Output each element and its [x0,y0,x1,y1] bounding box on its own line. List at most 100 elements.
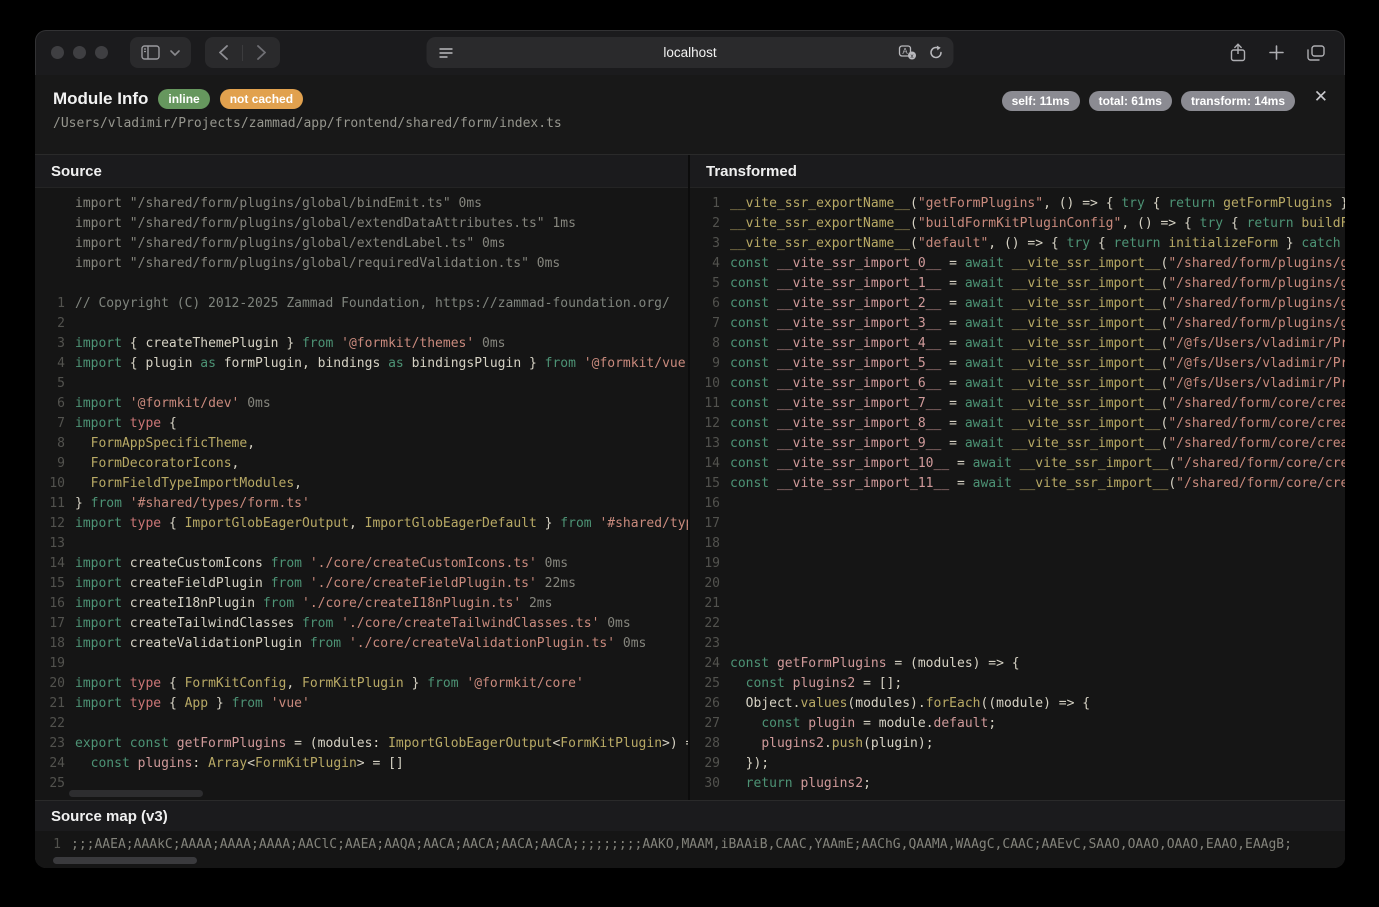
code-text: return plugins2; [730,774,1345,794]
line-number: 12 [39,514,75,534]
code-text [75,654,688,674]
code-text: import createTailwindClasses from './cor… [75,614,688,634]
code-line: 16 [694,494,1345,514]
source-code-view[interactable]: import "/shared/form/plugins/global/bind… [35,188,688,800]
code-line: 14const __vite_ssr_import_10__ = await _… [694,454,1345,474]
timing-self-badge: self: 11ms [1002,91,1080,111]
line-number: 17 [694,514,730,534]
translate-icon[interactable]: A x [899,45,917,60]
forward-button[interactable] [243,37,280,68]
code-text [75,374,688,394]
code-text [75,274,688,294]
line-number: 6 [694,294,730,314]
line-number: 24 [694,654,730,674]
code-line: 20import type { FormKitConfig, FormKitPl… [39,674,688,694]
line-number [39,214,75,234]
line-number: 3 [694,234,730,254]
new-tab-icon[interactable] [1269,45,1284,60]
reload-icon[interactable] [929,45,944,60]
code-text: const __vite_ssr_import_6__ = await __vi… [730,374,1345,394]
share-icon[interactable] [1230,43,1246,62]
line-number: 6 [39,394,75,414]
code-line: 6import '@formkit/dev' 0ms [39,394,688,414]
code-line: 3__vite_ssr_exportName__("default", () =… [694,234,1345,254]
code-line: 3import { createThemePlugin } from '@for… [39,334,688,354]
back-button[interactable] [205,37,242,68]
code-line: 12const __vite_ssr_import_8__ = await __… [694,414,1345,434]
source-horizontal-scrollbar[interactable] [69,790,203,797]
code-text: import '@formkit/dev' 0ms [75,394,688,414]
code-line: 2 [39,314,688,334]
code-text: const __vite_ssr_import_8__ = await __vi… [730,414,1345,434]
close-window-button[interactable] [51,46,64,59]
line-number: 2 [694,214,730,234]
line-number: 3 [39,334,75,354]
line-number: 7 [39,414,75,434]
window-controls [51,46,108,59]
code-line: 27 const plugin = module.default; [694,714,1345,734]
code-text [730,534,1345,554]
code-text: plugins2.push(plugin); [730,734,1345,754]
line-number: 10 [39,474,75,494]
code-line: 8const __vite_ssr_import_4__ = await __v… [694,334,1345,354]
tab-overview-icon[interactable] [1307,45,1325,61]
line-number [39,194,75,214]
minimize-window-button[interactable] [73,46,86,59]
code-line: 1__vite_ssr_exportName__("getFormPlugins… [694,194,1345,214]
code-line: 23 [694,634,1345,654]
line-number [39,234,75,254]
code-text [75,534,688,554]
line-number: 16 [39,594,75,614]
code-line: 29 }); [694,754,1345,774]
code-text: import "/shared/form/plugins/global/exte… [75,214,688,234]
close-icon[interactable]: ✕ [1314,87,1328,107]
code-line: 23export const getFormPlugins = (modules… [39,734,688,754]
code-line: 17import createTailwindClasses from './c… [39,614,688,634]
code-line: 9const __vite_ssr_import_5__ = await __v… [694,354,1345,374]
code-text: import createCustomIcons from './core/cr… [75,554,688,574]
sidebar-toggle-group[interactable] [130,37,191,68]
line-number: 22 [694,614,730,634]
url-text: localhost [427,45,954,60]
zoom-window-button[interactable] [95,46,108,59]
code-line: 26 Object.values(modules).forEach((modul… [694,694,1345,714]
sourcemap-horizontal-scrollbar[interactable] [53,857,197,864]
code-line: 15const __vite_ssr_import_11__ = await _… [694,474,1345,494]
sourcemap-title: Source map (v3) [35,801,1345,831]
chevron-right-icon [257,45,266,60]
module-info-header: Module Info inline not cached /Users/vla… [35,75,1345,155]
address-bar[interactable]: localhost A x [427,37,954,68]
code-text: const __vite_ssr_import_0__ = await __vi… [730,254,1345,274]
code-line: 17 [694,514,1345,534]
code-line: 24 const plugins: Array<FormKitPlugin> =… [39,754,688,774]
badge-not-cached: not cached [220,89,303,109]
line-number: 15 [39,574,75,594]
code-text: __vite_ssr_exportName__("default", () =>… [730,234,1345,254]
code-text [730,514,1345,534]
code-line: 13const __vite_ssr_import_9__ = await __… [694,434,1345,454]
code-text: }); [730,754,1345,774]
code-line: 9 FormDecoratorIcons, [39,454,688,474]
code-line: 24const getFormPlugins = (modules) => { [694,654,1345,674]
code-text: __vite_ssr_exportName__("buildFormKitPlu… [730,214,1345,234]
code-panels: Source import "/shared/form/plugins/glob… [35,155,1345,800]
code-text: const __vite_ssr_import_2__ = await __vi… [730,294,1345,314]
code-text: const __vite_ssr_import_3__ = await __vi… [730,314,1345,334]
line-number: 13 [694,434,730,454]
code-line: import "/shared/form/plugins/global/bind… [39,194,688,214]
code-text [730,594,1345,614]
code-text: const __vite_ssr_import_9__ = await __vi… [730,434,1345,454]
chevron-left-icon [219,45,228,60]
code-text: import { plugin as formPlugin, bindings … [75,354,688,374]
sourcemap-view[interactable]: 1 ;;;AAEA;AAAkC;AAAA;AAAA;AAAA;AAClC;AAE… [35,831,1345,868]
line-number: 1 [39,294,75,314]
line-number: 4 [694,254,730,274]
line-number: 8 [694,334,730,354]
code-line: 12import type { ImportGlobEagerOutput, I… [39,514,688,534]
svg-text:A: A [902,47,908,56]
code-line: 30 return plugins2; [694,774,1345,794]
code-line: 14import createCustomIcons from './core/… [39,554,688,574]
code-line: 5const __vite_ssr_import_1__ = await __v… [694,274,1345,294]
transformed-code-view[interactable]: 1__vite_ssr_exportName__("getFormPlugins… [690,188,1345,800]
line-number: 20 [694,574,730,594]
